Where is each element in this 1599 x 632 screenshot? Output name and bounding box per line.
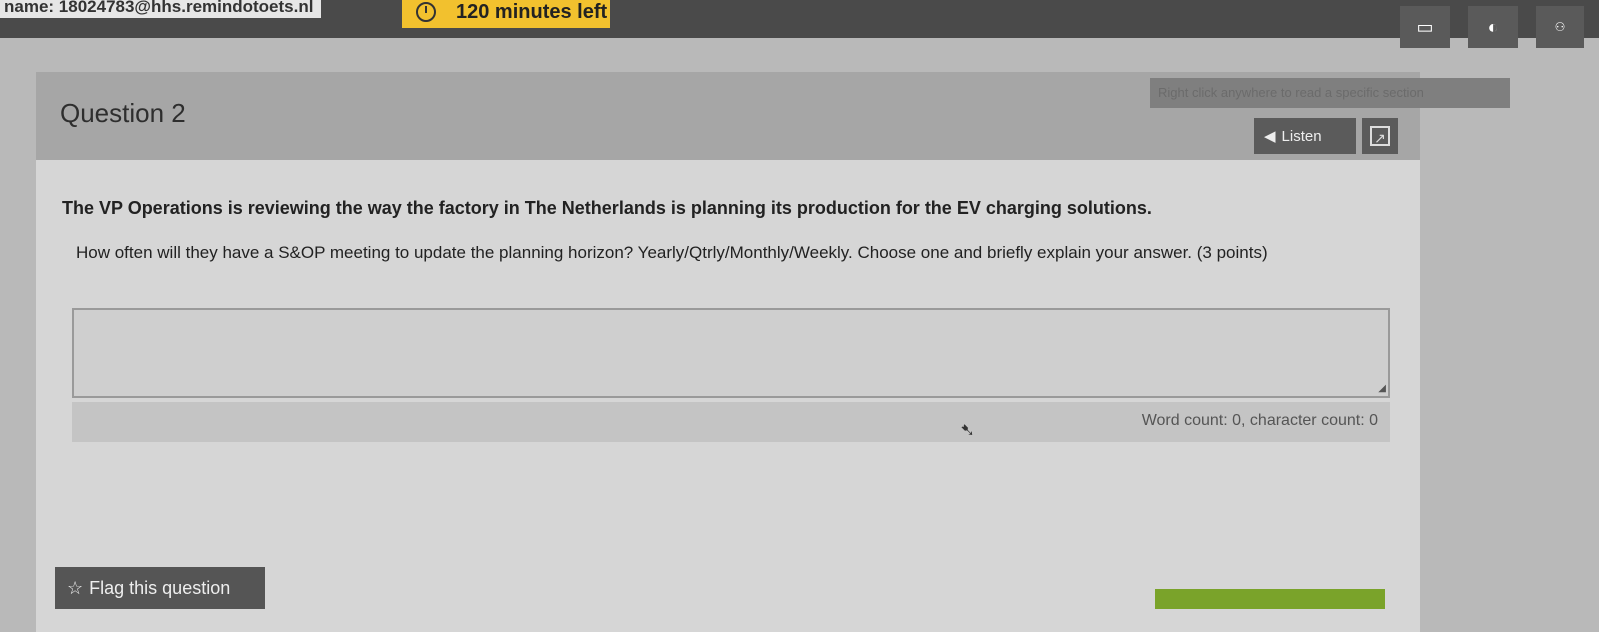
- read-tooltip: Right click anywhere to read a specific …: [1150, 78, 1510, 108]
- listen-button[interactable]: ◀ Listen: [1254, 118, 1356, 154]
- contrast-icon: ◐: [1487, 16, 1499, 37]
- monitor-icon: ▭: [1416, 16, 1434, 37]
- question-header: Question 2 Right click anywhere to read …: [36, 72, 1510, 160]
- top-bar: name: 18024783@hhs.remindotoets.nl 120 m…: [0, 0, 1599, 48]
- question-prompt: How often will they have a S&OP meeting …: [76, 243, 1268, 262]
- next-button[interactable]: [1155, 589, 1385, 609]
- user-button[interactable]: ⚇: [1536, 6, 1584, 48]
- word-count: Word count: 0, character count: 0: [1141, 412, 1378, 429]
- star-icon: ☆: [67, 577, 84, 598]
- timer-text: 120 minutes left: [456, 0, 608, 23]
- speaker-icon: ◀: [1264, 128, 1276, 145]
- expand-icon: ↗: [1370, 126, 1390, 146]
- mouse-cursor-icon: ➷: [960, 420, 976, 440]
- contrast-button[interactable]: ◐: [1468, 6, 1518, 48]
- question-panel: Question 2 Right click anywhere to read …: [36, 72, 1510, 632]
- question-title: Question 2: [60, 98, 186, 128]
- clock-icon: [416, 2, 436, 22]
- resize-handle-icon[interactable]: ◢: [1378, 383, 1386, 394]
- expand-button[interactable]: ↗: [1362, 118, 1398, 154]
- question-context: The VP Operations is reviewing the way t…: [62, 198, 1152, 218]
- flag-label: Flag this question: [89, 577, 231, 598]
- flag-question-button[interactable]: ☆ Flag this question: [55, 567, 265, 609]
- user-email: name: 18024783@hhs.remindotoets.nl: [0, 0, 322, 18]
- monitor-button[interactable]: ▭: [1400, 6, 1450, 48]
- timer-badge: 120 minutes left: [402, 0, 610, 28]
- answer-textarea[interactable]: ◢: [72, 308, 1390, 398]
- listen-label: Listen: [1281, 127, 1322, 145]
- counter-bar: Word count: 0, character count: 0: [72, 402, 1390, 442]
- user-icon: ⚇: [1554, 20, 1566, 34]
